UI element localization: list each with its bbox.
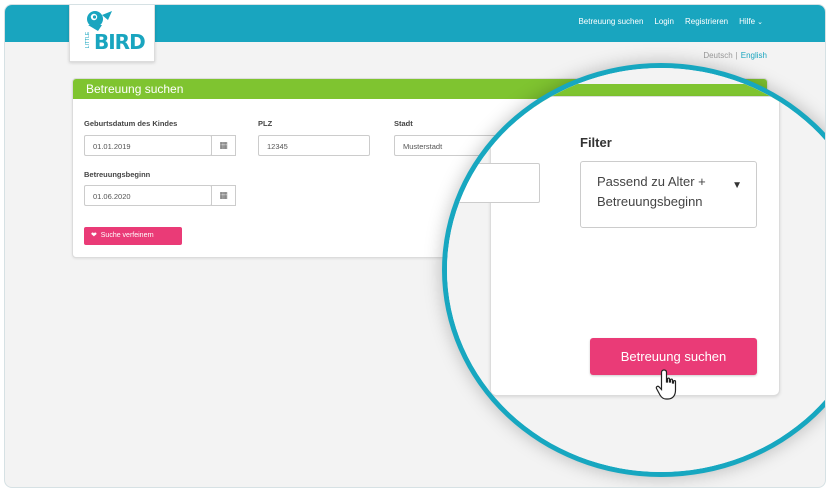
heart-icon: ❤: [91, 232, 97, 239]
nav-search-link[interactable]: Betreuung suchen: [578, 17, 643, 26]
screenshot-stage: Betreuung suchen Login Registrieren Hilf…: [0, 0, 830, 492]
birthdate-input[interactable]: 01.01.2019: [84, 135, 212, 156]
nav-register-link[interactable]: Registrieren: [685, 17, 728, 26]
zip-input[interactable]: 12345: [258, 135, 370, 156]
zip-label: PLZ: [258, 119, 273, 128]
filter-value-line2: Betreuungsbeginn: [597, 194, 703, 209]
nav-help-label: Hilfe: [739, 17, 756, 26]
filter-select[interactable]: Passend zu Alter + Betreuungsbeginn ▼: [580, 161, 757, 228]
language-switcher: Deutsch | English: [703, 51, 767, 60]
nav-login-link[interactable]: Login: [654, 17, 674, 26]
lang-english-link[interactable]: English: [741, 51, 767, 60]
refine-search-label: Suche verfeinern: [100, 232, 154, 239]
filter-label: Filter: [580, 135, 612, 150]
chevron-down-icon: ⌄: [757, 19, 763, 26]
birthdate-label: Geburtsdatum des Kindes: [84, 119, 178, 128]
lang-separator: |: [735, 51, 738, 60]
magnified-city-dropdown: [447, 163, 540, 203]
magnifier-callout: Filter Passend zu Alter + Betreuungsbegi…: [442, 63, 825, 477]
calendar-icon[interactable]: ▦: [211, 185, 236, 206]
refine-search-button[interactable]: ❤ Suche verfeinern: [84, 227, 182, 245]
site-logo[interactable]: LITTLE BIRD: [69, 5, 155, 62]
start-date-label: Betreuungsbeginn: [84, 170, 151, 179]
logo-word: BIRD: [94, 30, 146, 54]
city-label: Stadt: [394, 119, 413, 128]
filter-value-line1: Passend zu Alter +: [597, 174, 706, 189]
logo-small-text: LITTLE: [85, 31, 92, 49]
main-nav: Betreuung suchen Login Registrieren Hilf…: [578, 17, 763, 26]
start-date-input[interactable]: 01.06.2020: [84, 185, 212, 206]
hand-pointer-icon: [655, 369, 677, 400]
nav-help-menu[interactable]: Hilfe ⌄: [739, 17, 763, 26]
calendar-icon[interactable]: ▦: [211, 135, 236, 156]
browser-frame: Betreuung suchen Login Registrieren Hilf…: [4, 4, 826, 488]
magnified-area: Filter Passend zu Alter + Betreuungsbegi…: [447, 68, 825, 472]
caret-down-icon: ▼: [732, 180, 742, 191]
lang-german-link[interactable]: Deutsch: [703, 51, 732, 60]
